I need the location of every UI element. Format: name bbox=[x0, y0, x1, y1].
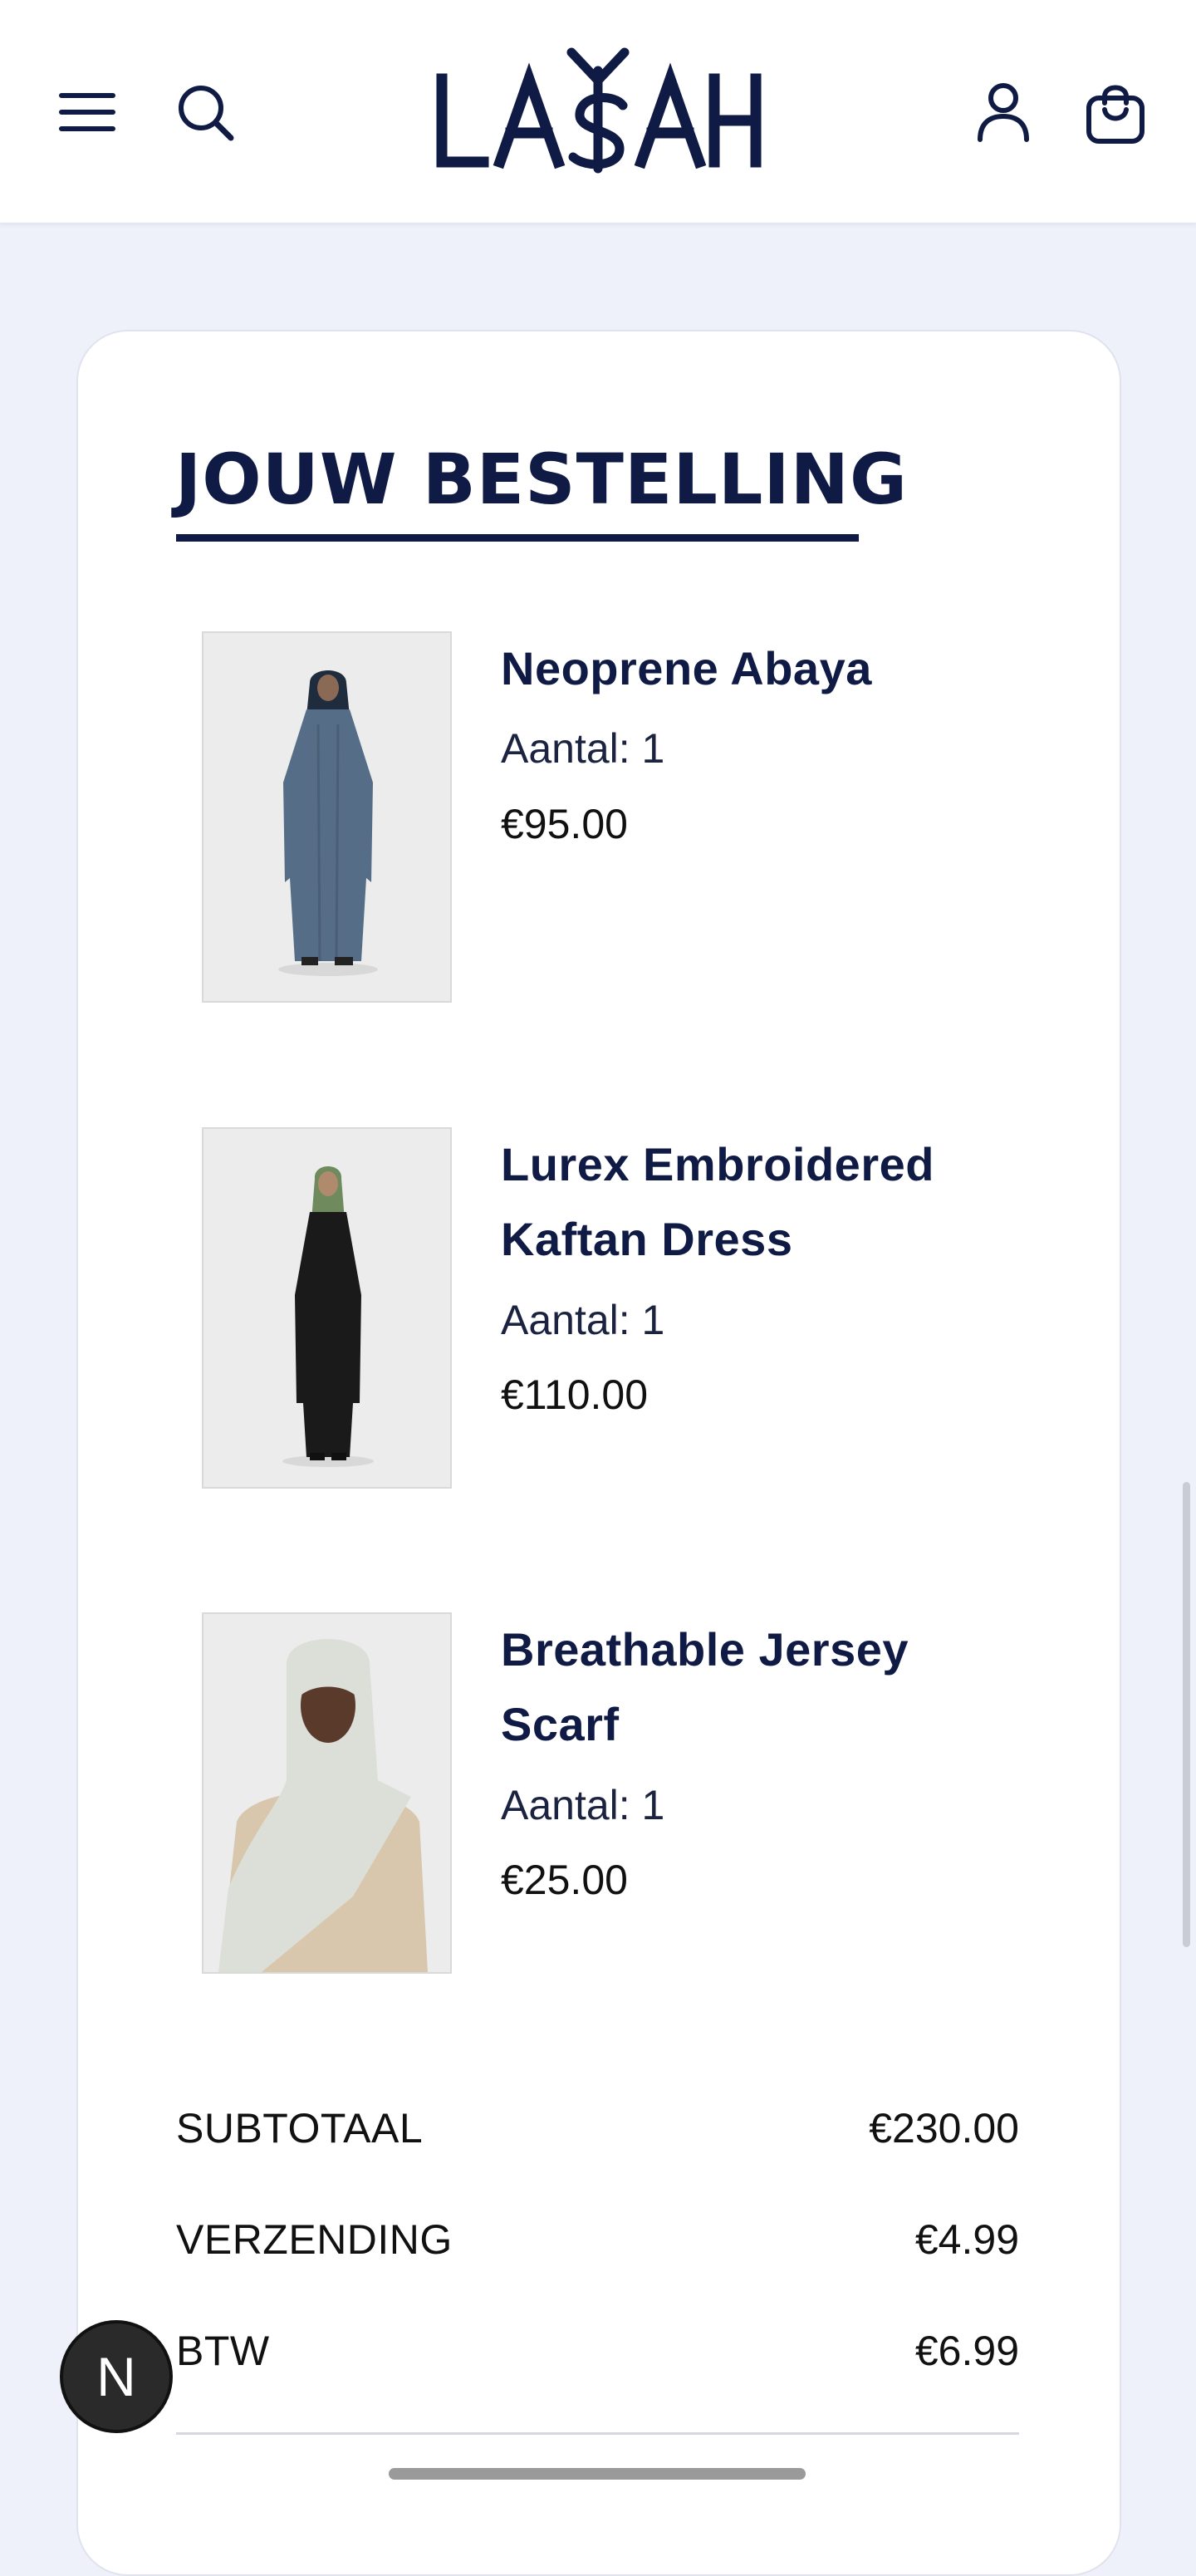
product-name[interactable]: Neoprene Abaya bbox=[501, 631, 999, 706]
vat-label: BTW bbox=[176, 2328, 270, 2374]
dev-tools-badge[interactable]: N bbox=[60, 2320, 173, 2433]
shipping-value: €4.99 bbox=[914, 2216, 1019, 2263]
product-name[interactable]: Lurex Embroidered Kaftan Dress bbox=[501, 1127, 999, 1277]
subtotal-value: €230.00 bbox=[869, 2105, 1019, 2152]
site-header bbox=[0, 0, 1196, 223]
lasah-logo[interactable] bbox=[432, 46, 764, 174]
product-image[interactable] bbox=[202, 1612, 452, 1974]
product-image[interactable] bbox=[202, 631, 452, 1003]
product-price: €110.00 bbox=[501, 1371, 649, 1418]
shipping-label: VERZENDING bbox=[176, 2216, 453, 2263]
product-quantity: Aantal: 1 bbox=[501, 1297, 665, 1343]
summary-divider bbox=[176, 2432, 1019, 2435]
cart-icon[interactable] bbox=[1085, 80, 1146, 145]
product-price: €95.00 bbox=[501, 801, 628, 847]
product-quantity: Aantal: 1 bbox=[501, 725, 665, 772]
product-quantity: Aantal: 1 bbox=[501, 1782, 665, 1828]
product-price: €25.00 bbox=[501, 1857, 628, 1903]
menu-icon[interactable] bbox=[58, 87, 116, 137]
scrollbar[interactable] bbox=[1183, 1482, 1190, 1947]
account-icon[interactable] bbox=[975, 81, 1032, 143]
product-name[interactable]: Breathable Jersey Scarf bbox=[501, 1612, 999, 1762]
vat-value: €6.99 bbox=[914, 2328, 1019, 2374]
order-title: JOUW BESTELLING bbox=[175, 439, 908, 520]
home-indicator bbox=[389, 2468, 806, 2480]
product-image[interactable] bbox=[202, 1127, 452, 1489]
subtotal-label: SUBTOTAAL bbox=[176, 2105, 424, 2152]
search-icon[interactable] bbox=[176, 83, 236, 143]
title-underline bbox=[176, 534, 859, 542]
